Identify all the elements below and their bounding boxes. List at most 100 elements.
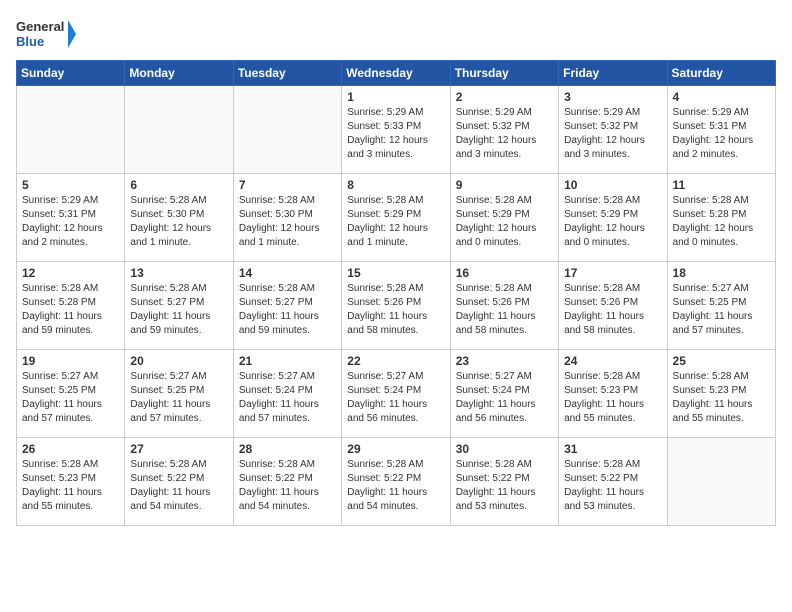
calendar-cell: 4 Sunrise: 5:29 AMSunset: 5:31 PMDaylight… (667, 86, 775, 174)
week-row-4: 26 Sunrise: 5:28 AMSunset: 5:23 PMDayligh… (17, 438, 776, 526)
calendar-cell (17, 86, 125, 174)
calendar-cell: 24Sunrise: 5:28 AMSunset: 5:23 PMDayligh… (559, 350, 667, 438)
calendar-cell: 17 Sunrise: 5:28 AMSunset: 5:26 PMDayligh… (559, 262, 667, 350)
calendar-cell (667, 438, 775, 526)
day-number: 17 (564, 266, 661, 280)
day-number: 28 (239, 442, 336, 456)
day-number: 19 (22, 354, 119, 368)
day-number: 2 (456, 90, 553, 104)
day-number: 7 (239, 178, 336, 192)
day-info: Sunrise: 5:28 AMSunset: 5:26 PMDaylight:… (564, 282, 661, 338)
day-number: 29 (347, 442, 444, 456)
day-info: Sunrise: 5:28 AMSunset: 5:23 PMDaylight:… (673, 370, 770, 426)
day-number: 12 (22, 266, 119, 280)
day-info: Sunrise: 5:28 AMSunset: 5:22 PMDaylight:… (564, 458, 661, 514)
day-info: Sunrise: 5:28 AMSunset: 5:29 PMDaylight:… (564, 194, 661, 250)
week-row-0: 1 Sunrise: 5:29 AMSunset: 5:33 PMDaylight… (17, 86, 776, 174)
calendar-cell: 19 Sunrise: 5:27 AMSunset: 5:25 PMDayligh… (17, 350, 125, 438)
svg-text:General: General (16, 19, 64, 34)
day-number: 1 (347, 90, 444, 104)
calendar-cell (233, 86, 341, 174)
calendar-cell: 3 Sunrise: 5:29 AMSunset: 5:32 PMDaylight… (559, 86, 667, 174)
day-info: Sunrise: 5:28 AMSunset: 5:28 PMDaylight:… (673, 194, 770, 250)
day-number: 4 (673, 90, 770, 104)
weekday-header-thursday: Thursday (450, 61, 558, 86)
day-number: 3 (564, 90, 661, 104)
day-number: 30 (456, 442, 553, 456)
calendar-cell: 14Sunrise: 5:28 AMSunset: 5:27 PMDayligh… (233, 262, 341, 350)
calendar-cell: 8Sunrise: 5:28 AMSunset: 5:29 PMDaylight… (342, 174, 450, 262)
calendar-cell: 10 Sunrise: 5:28 AMSunset: 5:29 PMDayligh… (559, 174, 667, 262)
calendar-cell: 21Sunrise: 5:27 AMSunset: 5:24 PMDayligh… (233, 350, 341, 438)
logo-svg: GeneralBlue (16, 16, 76, 52)
page-header: GeneralBlue (16, 16, 776, 52)
calendar-cell: 18 Sunrise: 5:27 AMSunset: 5:25 PMDayligh… (667, 262, 775, 350)
calendar-table: SundayMondayTuesdayWednesdayThursdayFrid… (16, 60, 776, 526)
svg-text:Blue: Blue (16, 34, 44, 49)
day-info: Sunrise: 5:27 AMSunset: 5:25 PMDaylight:… (673, 282, 770, 338)
day-number: 13 (130, 266, 227, 280)
day-info: Sunrise: 5:27 AMSunset: 5:24 PMDaylight:… (239, 370, 336, 426)
calendar-cell: 23 Sunrise: 5:27 AMSunset: 5:24 PMDayligh… (450, 350, 558, 438)
day-info: Sunrise: 5:27 AMSunset: 5:25 PMDaylight:… (22, 370, 119, 426)
week-row-1: 5Sunrise: 5:29 AMSunset: 5:31 PMDaylight… (17, 174, 776, 262)
day-number: 9 (456, 178, 553, 192)
calendar-cell: 16Sunrise: 5:28 AMSunset: 5:26 PMDayligh… (450, 262, 558, 350)
day-number: 27 (130, 442, 227, 456)
week-row-3: 19 Sunrise: 5:27 AMSunset: 5:25 PMDayligh… (17, 350, 776, 438)
day-info: Sunrise: 5:27 AMSunset: 5:24 PMDaylight:… (456, 370, 553, 426)
calendar-cell: 25 Sunrise: 5:28 AMSunset: 5:23 PMDayligh… (667, 350, 775, 438)
day-info: Sunrise: 5:28 AMSunset: 5:26 PMDaylight:… (347, 282, 444, 338)
day-info: Sunrise: 5:28 AMSunset: 5:22 PMDaylight:… (347, 458, 444, 514)
calendar-cell: 31 Sunrise: 5:28 AMSunset: 5:22 PMDayligh… (559, 438, 667, 526)
day-number: 8 (347, 178, 444, 192)
day-number: 15 (347, 266, 444, 280)
calendar-cell: 6 Sunrise: 5:28 AMSunset: 5:30 PMDaylight… (125, 174, 233, 262)
calendar-cell: 29 Sunrise: 5:28 AMSunset: 5:22 PMDayligh… (342, 438, 450, 526)
day-number: 26 (22, 442, 119, 456)
calendar-cell: 7 Sunrise: 5:28 AMSunset: 5:30 PMDaylight… (233, 174, 341, 262)
day-info: Sunrise: 5:28 AMSunset: 5:22 PMDaylight:… (130, 458, 227, 514)
day-number: 31 (564, 442, 661, 456)
day-info: Sunrise: 5:27 AMSunset: 5:25 PMDaylight:… (130, 370, 227, 426)
day-info: Sunrise: 5:28 AMSunset: 5:22 PMDaylight:… (239, 458, 336, 514)
weekday-header-tuesday: Tuesday (233, 61, 341, 86)
calendar-cell: 20 Sunrise: 5:27 AMSunset: 5:25 PMDayligh… (125, 350, 233, 438)
day-info: Sunrise: 5:29 AMSunset: 5:32 PMDaylight:… (456, 106, 553, 162)
day-info: Sunrise: 5:28 AMSunset: 5:27 PMDaylight:… (130, 282, 227, 338)
weekday-header-wednesday: Wednesday (342, 61, 450, 86)
day-number: 20 (130, 354, 227, 368)
day-info: Sunrise: 5:29 AMSunset: 5:32 PMDaylight:… (564, 106, 661, 162)
day-info: Sunrise: 5:28 AMSunset: 5:30 PMDaylight:… (239, 194, 336, 250)
calendar-cell: 11 Sunrise: 5:28 AMSunset: 5:28 PMDayligh… (667, 174, 775, 262)
calendar-cell: 28 Sunrise: 5:28 AMSunset: 5:22 PMDayligh… (233, 438, 341, 526)
calendar-cell (125, 86, 233, 174)
day-info: Sunrise: 5:28 AMSunset: 5:27 PMDaylight:… (239, 282, 336, 338)
calendar-cell: 13 Sunrise: 5:28 AMSunset: 5:27 PMDayligh… (125, 262, 233, 350)
calendar-cell: 12 Sunrise: 5:28 AMSunset: 5:28 PMDayligh… (17, 262, 125, 350)
weekday-header-sunday: Sunday (17, 61, 125, 86)
logo: GeneralBlue (16, 16, 76, 52)
calendar-cell: 9Sunrise: 5:28 AMSunset: 5:29 PMDaylight… (450, 174, 558, 262)
day-info: Sunrise: 5:28 AMSunset: 5:22 PMDaylight:… (456, 458, 553, 514)
day-number: 22 (347, 354, 444, 368)
weekday-header-row: SundayMondayTuesdayWednesdayThursdayFrid… (17, 61, 776, 86)
day-number: 18 (673, 266, 770, 280)
day-number: 11 (673, 178, 770, 192)
day-info: Sunrise: 5:28 AMSunset: 5:28 PMDaylight:… (22, 282, 119, 338)
day-info: Sunrise: 5:29 AMSunset: 5:31 PMDaylight:… (673, 106, 770, 162)
day-number: 16 (456, 266, 553, 280)
day-info: Sunrise: 5:28 AMSunset: 5:23 PMDaylight:… (22, 458, 119, 514)
day-info: Sunrise: 5:29 AMSunset: 5:33 PMDaylight:… (347, 106, 444, 162)
calendar-cell: 30 Sunrise: 5:28 AMSunset: 5:22 PMDayligh… (450, 438, 558, 526)
day-info: Sunrise: 5:28 AMSunset: 5:30 PMDaylight:… (130, 194, 227, 250)
day-info: Sunrise: 5:28 AMSunset: 5:23 PMDaylight:… (564, 370, 661, 426)
weekday-header-monday: Monday (125, 61, 233, 86)
day-number: 25 (673, 354, 770, 368)
calendar-cell: 26 Sunrise: 5:28 AMSunset: 5:23 PMDayligh… (17, 438, 125, 526)
day-number: 10 (564, 178, 661, 192)
day-number: 6 (130, 178, 227, 192)
day-number: 23 (456, 354, 553, 368)
calendar-cell: 22Sunrise: 5:27 AMSunset: 5:24 PMDayligh… (342, 350, 450, 438)
calendar-cell: 15 Sunrise: 5:28 AMSunset: 5:26 PMDayligh… (342, 262, 450, 350)
